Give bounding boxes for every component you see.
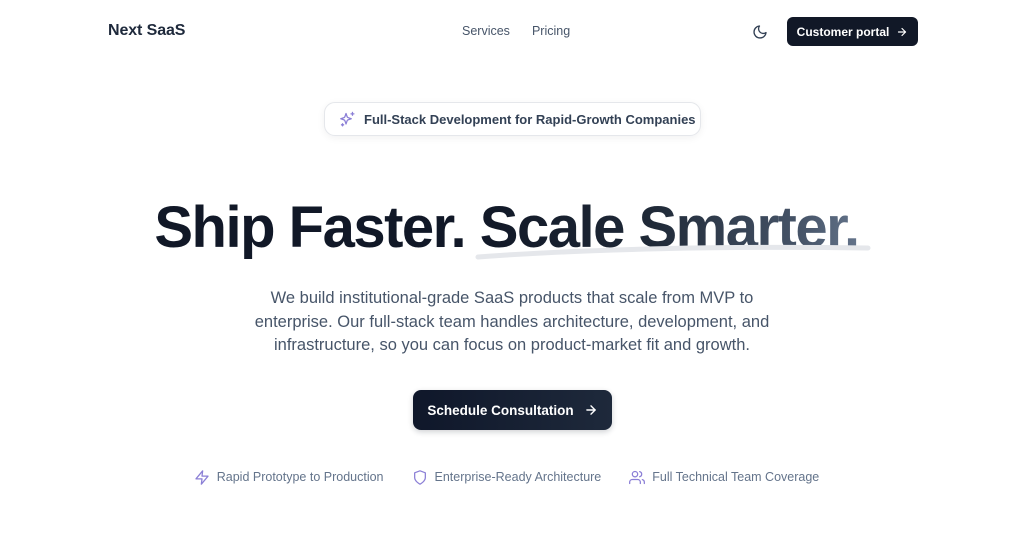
feature-label: Enterprise-Ready Architecture [434,470,602,484]
moon-icon [753,25,767,39]
headline-part-1: Ship Faster. [154,195,466,260]
hero-badge: Full-Stack Development for Rapid-Growth … [324,102,701,136]
feature-label: Full Technical Team Coverage [652,470,820,484]
headline-underline-decoration [475,244,871,260]
schedule-consultation-label: Schedule Consultation [427,402,574,418]
nav-link-services[interactable]: Services [462,24,510,38]
nav-link-pricing[interactable]: Pricing [532,24,570,38]
shield-icon [412,468,428,486]
arrow-right-icon [898,27,907,36]
sparkles-icon [340,111,355,127]
site-header: Next SaaS Services Pricing Customer port… [0,0,1013,64]
main-nav: Services Pricing [462,24,570,38]
arrow-right-icon [585,405,596,415]
customer-portal-label: Customer portal [796,24,890,39]
feature-item: Full Technical Team Coverage [629,468,819,486]
hero-subtitle-line-1: We build institutional-grade SaaS produc… [270,289,754,307]
logo[interactable]: Next SaaS [108,22,185,40]
customer-portal-button[interactable]: Customer portal [787,17,918,46]
zap-icon [194,468,210,486]
users-icon [629,468,646,486]
hero-subtitle: We build institutional-grade SaaS produc… [246,287,778,358]
hero-subtitle-line-2: enterprise. Our full-stack team handles … [254,312,770,331]
schedule-consultation-button[interactable]: Schedule Consultation [413,390,612,430]
feature-item: Enterprise-Ready Architecture [412,468,602,486]
feature-item: Rapid Prototype to Production [194,468,384,486]
theme-toggle-button[interactable] [749,21,771,43]
hero-subtitle-line-3: infrastructure, so you can focus on prod… [274,336,750,354]
feature-list: Rapid Prototype to Production Enterprise… [0,468,1013,486]
hero-badge-text: Full-Stack Development for Rapid-Growth … [364,111,696,127]
feature-label: Rapid Prototype to Production [216,470,384,484]
